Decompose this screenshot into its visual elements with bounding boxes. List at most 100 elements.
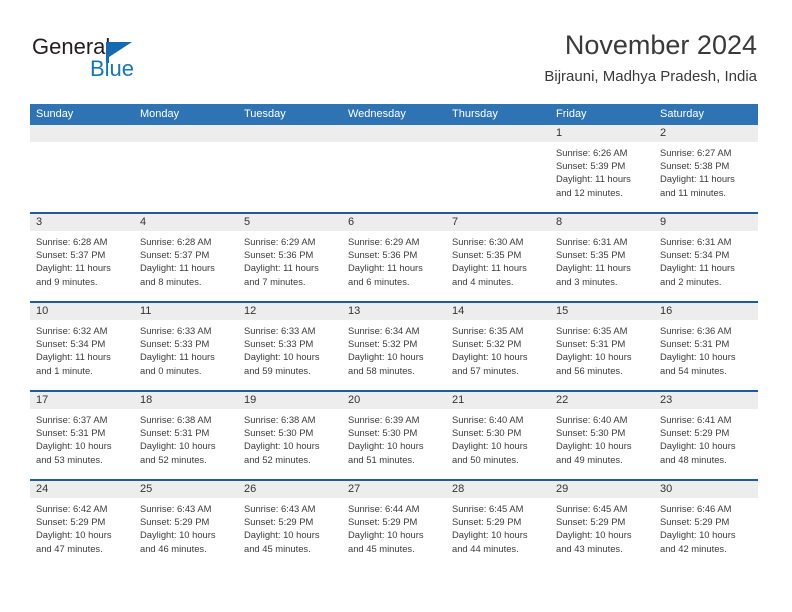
day-number[interactable]: 30 xyxy=(654,481,758,498)
day-cell[interactable]: Sunrise: 6:39 AM Sunset: 5:30 PM Daylight:… xyxy=(342,409,446,479)
day-number[interactable]: 2 xyxy=(654,125,758,142)
day-detail-line: and 4 minutes. xyxy=(452,275,514,287)
day-number[interactable]: 22 xyxy=(550,392,654,409)
day-number[interactable]: 17 xyxy=(30,392,134,409)
day-detail-line: Daylight: 11 hours xyxy=(140,262,215,274)
day-number[interactable]: 23 xyxy=(654,392,758,409)
day-number[interactable]: 9 xyxy=(654,214,758,231)
day-cell[interactable]: Sunrise: 6:27 AM Sunset: 5:38 PM Daylight:… xyxy=(654,142,758,212)
day-number[interactable]: 20 xyxy=(342,392,446,409)
day-detail-line: Sunrise: 6:39 AM xyxy=(348,414,420,425)
day-detail-line: Sunrise: 6:35 AM xyxy=(556,325,628,336)
day-cell[interactable]: Sunrise: 6:40 AM Sunset: 5:30 PM Daylight:… xyxy=(446,409,550,479)
day-cell[interactable]: Sunrise: 6:43 AM Sunset: 5:29 PM Daylight:… xyxy=(134,498,238,568)
day-detail-line: and 1 minute. xyxy=(36,364,93,376)
day-cell[interactable]: Sunrise: 6:43 AM Sunset: 5:29 PM Daylight:… xyxy=(238,498,342,568)
day-cell[interactable]: Sunrise: 6:42 AM Sunset: 5:29 PM Daylight:… xyxy=(30,498,134,568)
day-detail-line: and 48 minutes. xyxy=(660,453,727,465)
day-cell[interactable]: Sunrise: 6:32 AM Sunset: 5:34 PM Daylight:… xyxy=(30,320,134,390)
day-cell[interactable]: Sunrise: 6:33 AM Sunset: 5:33 PM Daylight:… xyxy=(238,320,342,390)
day-number[interactable]: 19 xyxy=(238,392,342,409)
day-cell[interactable]: Sunrise: 6:37 AM Sunset: 5:31 PM Daylight:… xyxy=(30,409,134,479)
day-detail-line: Sunrise: 6:31 AM xyxy=(556,236,628,247)
day-number[interactable]: 21 xyxy=(446,392,550,409)
day-number[interactable]: 26 xyxy=(238,481,342,498)
weekday-header-monday: Monday xyxy=(140,108,180,120)
day-number-band: 24 25 26 27 28 29 30 xyxy=(30,481,758,498)
day-cell[interactable]: Sunrise: 6:31 AM Sunset: 5:35 PM Daylight:… xyxy=(550,231,654,301)
day-number[interactable]: 24 xyxy=(30,481,134,498)
day-number[interactable]: 29 xyxy=(550,481,654,498)
day-detail-line: and 2 minutes. xyxy=(660,275,722,287)
day-detail-line: and 46 minutes. xyxy=(140,542,207,554)
weekday-header-thursday: Thursday xyxy=(452,108,498,120)
day-number[interactable]: 25 xyxy=(134,481,238,498)
day-detail-line: Daylight: 11 hours xyxy=(452,262,527,274)
day-cell[interactable]: Sunrise: 6:26 AM Sunset: 5:39 PM Daylight:… xyxy=(550,142,654,212)
day-detail-line: Sunrise: 6:38 AM xyxy=(244,414,316,425)
day-number[interactable]: 11 xyxy=(134,303,238,320)
day-cell[interactable]: Sunrise: 6:29 AM Sunset: 5:36 PM Daylight:… xyxy=(342,231,446,301)
day-cell[interactable]: Sunrise: 6:31 AM Sunset: 5:34 PM Daylight:… xyxy=(654,231,758,301)
day-detail-line: Sunset: 5:30 PM xyxy=(556,427,626,439)
day-number[interactable]: 3 xyxy=(30,214,134,231)
day-detail-line: and 42 minutes. xyxy=(660,542,727,554)
day-detail-line: and 50 minutes. xyxy=(452,453,519,465)
day-detail-line: Daylight: 10 hours xyxy=(348,440,424,452)
day-detail-line: and 7 minutes. xyxy=(244,275,306,287)
page-title: November 2024 xyxy=(564,30,757,60)
day-number-band: 17 18 19 20 21 22 23 xyxy=(30,392,758,409)
day-cell[interactable]: Sunrise: 6:28 AM Sunset: 5:37 PM Daylight:… xyxy=(30,231,134,301)
day-number[interactable]: 27 xyxy=(342,481,446,498)
day-number[interactable]: 10 xyxy=(30,303,134,320)
day-detail-line: Sunrise: 6:26 AM xyxy=(556,147,628,158)
day-number[interactable]: 7 xyxy=(446,214,550,231)
day-number[interactable]: 12 xyxy=(238,303,342,320)
day-number[interactable]: 5 xyxy=(238,214,342,231)
day-detail-line: Sunrise: 6:36 AM xyxy=(660,325,732,336)
day-detail-line: Sunrise: 6:37 AM xyxy=(36,414,108,425)
day-cell[interactable]: Sunrise: 6:28 AM Sunset: 5:37 PM Daylight:… xyxy=(134,231,238,301)
day-detail-line: Sunset: 5:36 PM xyxy=(348,249,418,261)
day-detail-band: Sunrise: 6:42 AM Sunset: 5:29 PM Daylight:… xyxy=(30,498,758,568)
day-number[interactable]: 4 xyxy=(134,214,238,231)
day-cell[interactable]: Sunrise: 6:38 AM Sunset: 5:31 PM Daylight:… xyxy=(134,409,238,479)
day-detail-line: Sunrise: 6:31 AM xyxy=(660,236,732,247)
day-detail-line: Sunrise: 6:40 AM xyxy=(452,414,524,425)
day-number-empty xyxy=(342,125,446,142)
weekday-header-tuesday: Tuesday xyxy=(244,108,286,120)
day-cell[interactable]: Sunrise: 6:30 AM Sunset: 5:35 PM Daylight:… xyxy=(446,231,550,301)
day-cell-empty xyxy=(238,142,342,212)
day-detail-line: Daylight: 11 hours xyxy=(348,262,423,274)
day-detail-band: Sunrise: 6:28 AM Sunset: 5:37 PM Daylight:… xyxy=(30,231,758,301)
day-number[interactable]: 15 xyxy=(550,303,654,320)
day-detail-line: Sunset: 5:33 PM xyxy=(244,338,314,350)
day-cell[interactable]: Sunrise: 6:45 AM Sunset: 5:29 PM Daylight:… xyxy=(446,498,550,568)
day-cell[interactable]: Sunrise: 6:45 AM Sunset: 5:29 PM Daylight:… xyxy=(550,498,654,568)
day-number[interactable]: 18 xyxy=(134,392,238,409)
general-blue-logo[interactable]: General Blue xyxy=(30,34,160,90)
day-cell[interactable]: Sunrise: 6:33 AM Sunset: 5:33 PM Daylight:… xyxy=(134,320,238,390)
day-number[interactable]: 8 xyxy=(550,214,654,231)
weekday-header-friday: Friday xyxy=(556,108,587,120)
day-number[interactable]: 1 xyxy=(550,125,654,142)
day-number[interactable]: 14 xyxy=(446,303,550,320)
day-cell[interactable]: Sunrise: 6:29 AM Sunset: 5:36 PM Daylight:… xyxy=(238,231,342,301)
day-number-band: 10 11 12 13 14 15 16 xyxy=(30,303,758,320)
day-cell[interactable]: Sunrise: 6:41 AM Sunset: 5:29 PM Daylight:… xyxy=(654,409,758,479)
day-cell[interactable]: Sunrise: 6:35 AM Sunset: 5:32 PM Daylight:… xyxy=(446,320,550,390)
day-cell[interactable]: Sunrise: 6:44 AM Sunset: 5:29 PM Daylight:… xyxy=(342,498,446,568)
day-number[interactable]: 6 xyxy=(342,214,446,231)
day-cell[interactable]: Sunrise: 6:36 AM Sunset: 5:31 PM Daylight:… xyxy=(654,320,758,390)
day-cell[interactable]: Sunrise: 6:34 AM Sunset: 5:32 PM Daylight:… xyxy=(342,320,446,390)
day-detail-line: Sunrise: 6:28 AM xyxy=(140,236,212,247)
day-cell[interactable]: Sunrise: 6:38 AM Sunset: 5:30 PM Daylight:… xyxy=(238,409,342,479)
day-number-band: 12 xyxy=(30,125,758,142)
day-number[interactable]: 16 xyxy=(654,303,758,320)
day-detail-line: Sunset: 5:35 PM xyxy=(452,249,522,261)
day-number[interactable]: 13 xyxy=(342,303,446,320)
day-number[interactable]: 28 xyxy=(446,481,550,498)
day-cell[interactable]: Sunrise: 6:46 AM Sunset: 5:29 PM Daylight:… xyxy=(654,498,758,568)
day-cell[interactable]: Sunrise: 6:35 AM Sunset: 5:31 PM Daylight:… xyxy=(550,320,654,390)
day-cell[interactable]: Sunrise: 6:40 AM Sunset: 5:30 PM Daylight:… xyxy=(550,409,654,479)
